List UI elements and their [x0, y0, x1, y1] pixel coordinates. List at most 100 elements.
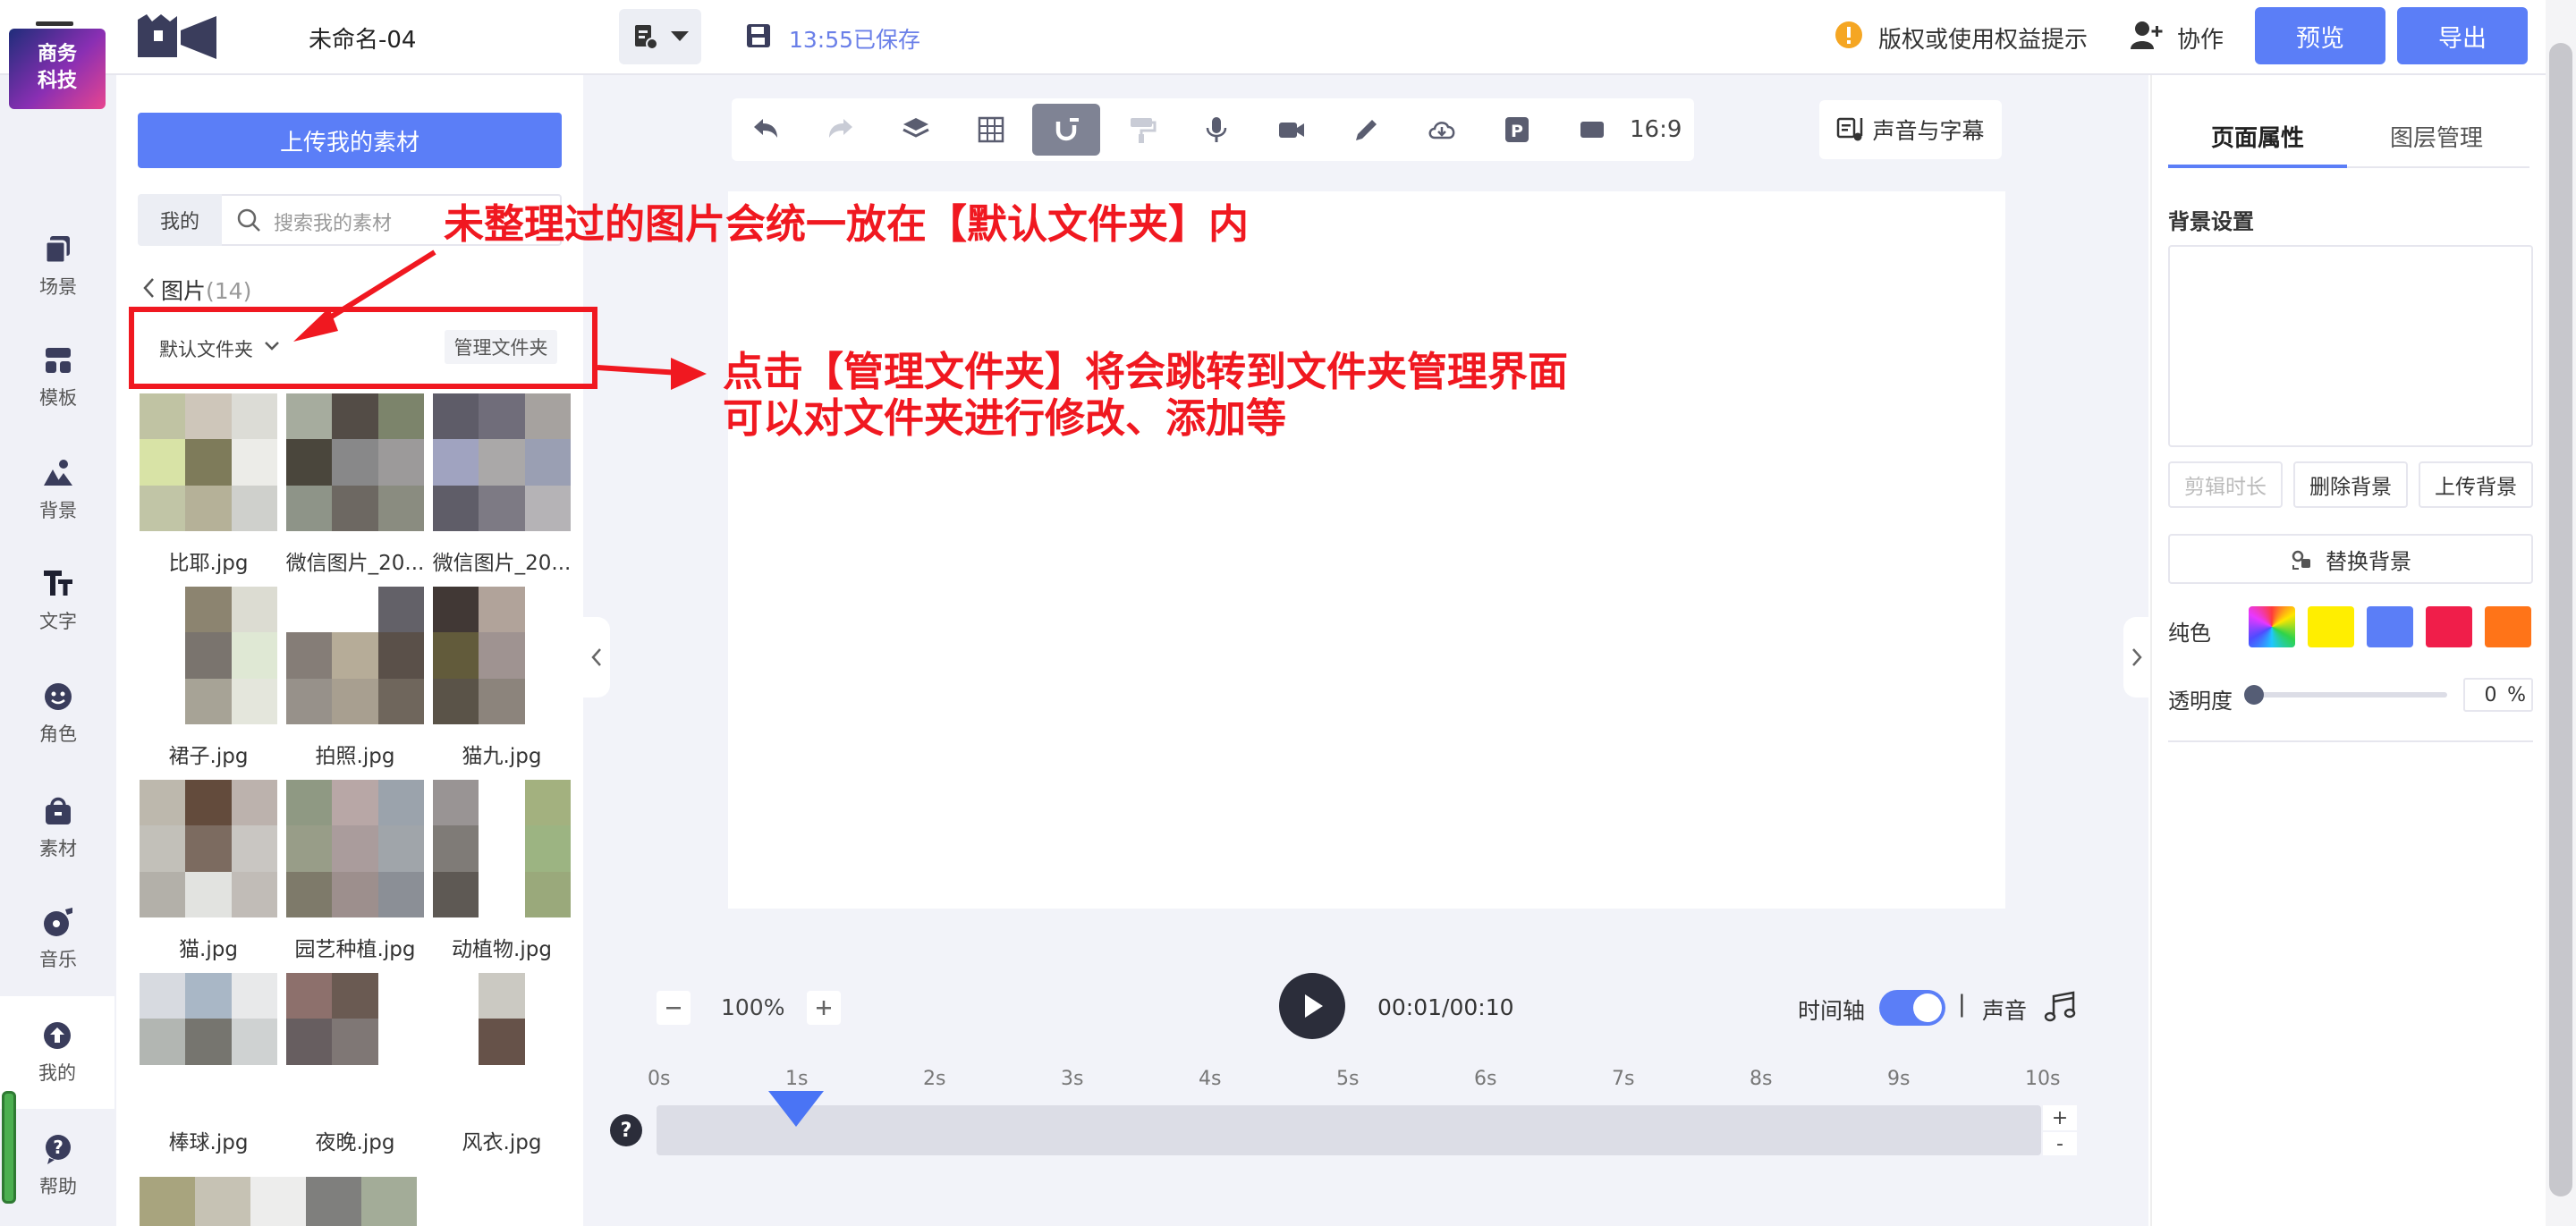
nav-label: 帮助 [39, 1176, 77, 1197]
image-item[interactable]: 微信图片_20... [286, 393, 431, 576]
image-item[interactable]: 裙子.jpg [140, 587, 284, 769]
image-item[interactable]: 动植物.jpg [433, 780, 578, 962]
nav-item-scene[interactable]: 场景 [0, 213, 116, 320]
copyright-tip-link[interactable]: 版权或使用权益提示 [1878, 21, 2088, 55]
image-item[interactable]: 猫.jpg [140, 780, 284, 962]
stage-canvas[interactable] [728, 191, 2005, 909]
image-thumbnail[interactable] [140, 973, 277, 1111]
image-item[interactable]: 风衣.jpg [433, 973, 578, 1155]
upload-background-button[interactable]: 上传背景 [2419, 461, 2533, 508]
tool-camera-button[interactable] [1258, 104, 1326, 156]
thumbnail-tile [332, 485, 378, 531]
image-thumbnail[interactable] [433, 780, 571, 917]
nav-label: 我的 [38, 1062, 76, 1084]
tool-layers-button[interactable] [882, 104, 950, 156]
image-thumbnail[interactable] [433, 587, 571, 724]
tab-page-properties[interactable]: 页面属性 [2168, 120, 2347, 153]
timeline-track[interactable] [657, 1105, 2041, 1155]
time-tick-label: 10s [2025, 1068, 2061, 1090]
track-zoom-out-button[interactable]: - [2043, 1132, 2077, 1155]
zoom-out-button[interactable] [657, 991, 691, 1025]
timeline-toggle-knob[interactable] [1913, 993, 1942, 1022]
track-zoom-in-button[interactable]: + [2043, 1105, 2077, 1130]
tool-paint-roller-button[interactable] [1107, 104, 1175, 156]
collaborate-button[interactable]: 协作 [2177, 21, 2224, 55]
image-thumbnail[interactable] [433, 973, 571, 1111]
playhead-marker-icon[interactable] [767, 1089, 826, 1129]
image-thumbnail[interactable] [140, 587, 277, 724]
page-scrollbar-thumb[interactable] [2549, 43, 2572, 1196]
nav-item-material[interactable]: 素材 [0, 774, 116, 882]
aspect-ratio-label[interactable]: 16:9 [1630, 116, 1682, 143]
background-preview[interactable] [2168, 245, 2533, 447]
partial-thumbnail-row[interactable] [140, 1177, 417, 1226]
image-thumbnail[interactable] [286, 587, 424, 724]
color-swatch[interactable] [2308, 606, 2354, 647]
trim-duration-button[interactable]: 剪辑时长 [2168, 461, 2283, 508]
image-item[interactable]: 园艺种植.jpg [286, 780, 431, 962]
image-item[interactable]: 微信图片_20... [433, 393, 578, 576]
project-avatar[interactable]: 商务 科技 [9, 29, 106, 109]
opacity-slider-handle[interactable] [2244, 685, 2264, 705]
delete-background-button[interactable]: 删除背景 [2293, 461, 2408, 508]
nav-item-music[interactable]: 音乐 [0, 885, 116, 993]
voice-subtitle-button[interactable]: 声音与字幕 [1819, 100, 2002, 159]
thumbnail-tile [332, 632, 378, 679]
image-thumbnail[interactable] [286, 973, 424, 1111]
image-item[interactable]: 比耶.jpg [140, 393, 284, 576]
tool-grid-button[interactable] [957, 104, 1025, 156]
image-thumbnail[interactable] [286, 780, 424, 917]
collapse-right-panel-button[interactable] [2123, 617, 2150, 698]
tool-parking-button[interactable]: P [1483, 104, 1551, 156]
zoom-in-button[interactable] [807, 991, 841, 1025]
tool-redo-button[interactable] [807, 104, 875, 156]
nav-item-mine[interactable]: 我的 [0, 996, 114, 1109]
nav-item-text[interactable]: 文字 [0, 547, 116, 655]
opacity-input[interactable]: 0 % [2463, 678, 2533, 712]
nav-label: 文字 [39, 611, 77, 632]
timeline-help-icon[interactable]: ? [610, 1114, 642, 1146]
nav-item-character[interactable]: 角色 [0, 660, 116, 767]
nav-item-help[interactable]: ? 帮助 [0, 1112, 116, 1220]
tool-pencil-button[interactable] [1333, 104, 1401, 156]
image-item[interactable]: 拍照.jpg [286, 587, 431, 769]
replace-background-button[interactable]: 替换背景 [2168, 534, 2533, 584]
play-button[interactable] [1279, 973, 1345, 1039]
save-icon [744, 21, 773, 50]
nav-scroll-indicator[interactable] [2, 1091, 16, 1204]
export-button[interactable]: 导出 [2397, 7, 2528, 64]
image-item[interactable]: 棒球.jpg [140, 973, 284, 1155]
nav-item-background[interactable]: 背景 [0, 436, 116, 544]
tab-mine[interactable]: 我的 [138, 194, 222, 246]
image-thumbnail[interactable] [286, 393, 424, 531]
document-title[interactable]: 未命名-04 [309, 21, 416, 55]
tool-undo-button[interactable] [732, 104, 800, 156]
image-item[interactable]: 夜晚.jpg [286, 973, 431, 1155]
color-swatch[interactable] [2426, 606, 2472, 647]
breadcrumb[interactable]: 图片(14) [161, 274, 251, 306]
image-thumbnail[interactable] [140, 780, 277, 917]
thumbnail-tile [433, 439, 479, 486]
thumbnail-tile [185, 393, 232, 440]
color-swatch[interactable] [2485, 606, 2531, 647]
tab-layer-management[interactable]: 图层管理 [2347, 120, 2526, 153]
opacity-slider[interactable] [2250, 692, 2447, 698]
collapse-left-panel-button[interactable] [583, 617, 610, 698]
tool-ratio-button[interactable] [1558, 104, 1626, 156]
preview-button[interactable]: 预览 [2255, 7, 2385, 64]
image-thumbnail[interactable] [140, 393, 277, 531]
music-note-icon[interactable] [2043, 989, 2079, 1025]
document-menu-dropdown[interactable] [619, 9, 701, 64]
nav-item-template[interactable]: 模板 [0, 324, 116, 431]
tool-microphone-button[interactable] [1182, 104, 1250, 156]
chevron-left-icon[interactable] [141, 275, 156, 300]
tool-cloud-button[interactable] [1408, 104, 1476, 156]
tool-magnet-button[interactable] [1032, 104, 1100, 156]
image-item[interactable]: 猫九.jpg [433, 587, 578, 769]
thumbnail-tile [524, 678, 571, 724]
color-swatch[interactable] [2367, 606, 2413, 647]
sound-label[interactable]: 声音 [1982, 993, 2027, 1026]
color-picker-swatch[interactable] [2249, 606, 2295, 647]
image-thumbnail[interactable] [433, 393, 571, 531]
upload-material-button[interactable]: 上传我的素材 [138, 113, 562, 168]
